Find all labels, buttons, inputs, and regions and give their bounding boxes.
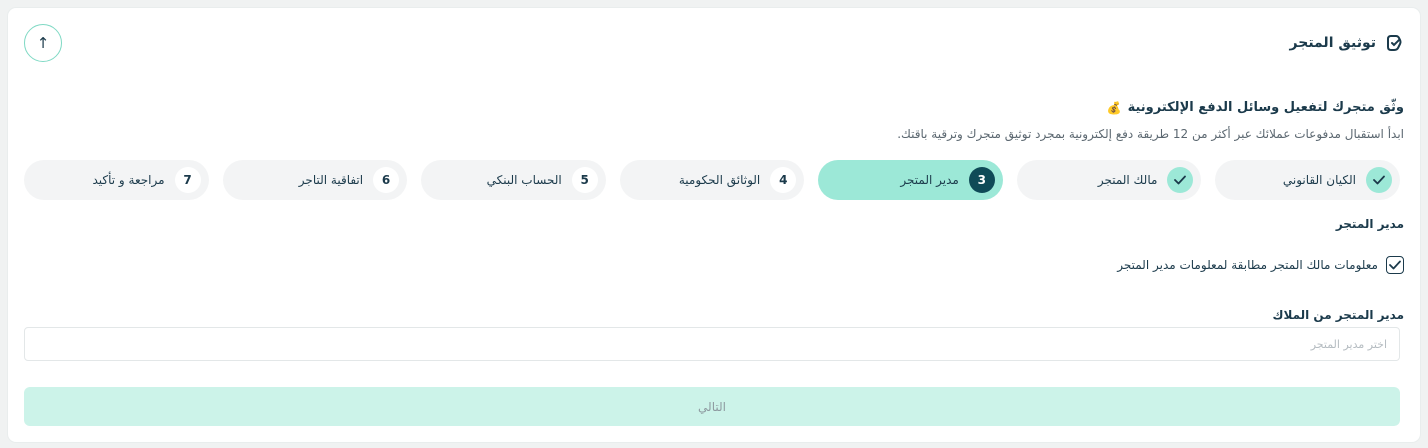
same-as-owner-checkbox[interactable] <box>1386 256 1404 274</box>
step-number: 5 <box>571 167 598 193</box>
stepper: الكيان القانوني مالك المتجر 3 مدير المتجر 4 ا… <box>23 160 1400 200</box>
step-label: الوثائق الحكومية <box>678 173 761 187</box>
step-label: مدير المتجر <box>900 173 959 187</box>
step-3[interactable]: 3 مدير المتجر <box>818 160 1003 200</box>
same-as-owner-checkbox-row[interactable]: معلومات مالك المتجر مطابقة لمعلومات مدير… <box>1117 256 1404 274</box>
collapse-button[interactable]: ↑ <box>24 24 62 62</box>
next-button-label: التالي <box>698 399 726 414</box>
step-number: 4 <box>770 167 797 193</box>
intro-title: وثّق متجرك لتفعيل وسائل الدفع الإلكتروني… <box>1107 100 1404 115</box>
step-7[interactable]: 7 مراجعة و تأكيد <box>23 160 209 200</box>
owner-select-placeholder: اختر مدير المتجر <box>1310 338 1387 351</box>
page-title: توثيق المتجر <box>1290 32 1404 54</box>
step-number: 7 <box>174 167 201 193</box>
next-button[interactable]: التالي <box>24 387 1400 426</box>
owner-select-label: مدير المتجر من الملاك <box>1272 308 1404 322</box>
intro-subtitle: ابدأ استقبال مدفوعات عملائك عبر أكثر من … <box>897 127 1404 141</box>
step-6[interactable]: 6 اتفاقية التاجر <box>222 160 408 200</box>
page-title-text: توثيق المتجر <box>1289 35 1376 51</box>
arrow-up-icon: ↑ <box>36 34 50 52</box>
same-as-owner-label: معلومات مالك المتجر مطابقة لمعلومات مدير… <box>1117 258 1378 272</box>
step-check-icon <box>1167 167 1194 193</box>
step-label: الحساب البنكي <box>486 173 562 187</box>
verification-card: ↑ توثيق المتجر وثّق متجرك لتفعيل وسائل ا… <box>8 8 1420 442</box>
step-label: مراجعة و تأكيد <box>92 173 165 187</box>
step-label: مالك المتجر <box>1097 173 1158 187</box>
card-header: ↑ توثيق المتجر <box>8 8 1420 76</box>
step-5[interactable]: 5 الحساب البنكي <box>421 160 606 200</box>
step-1[interactable]: الكيان القانوني <box>1215 160 1400 200</box>
owner-select[interactable]: اختر مدير المتجر <box>24 327 1400 361</box>
step-number: 6 <box>373 167 400 193</box>
badge-check-icon <box>1384 33 1404 53</box>
step-4[interactable]: 4 الوثائق الحكومية <box>619 160 805 200</box>
intro-title-text: وثّق متجرك لتفعيل وسائل الدفع الإلكتروني… <box>1127 100 1404 115</box>
step-label: اتفاقية التاجر <box>298 173 364 187</box>
money-bag-icon: 💰 <box>1106 100 1122 115</box>
step-number: 3 <box>968 167 995 193</box>
step-2[interactable]: مالك المتجر <box>1016 160 1202 200</box>
step-check-icon <box>1366 167 1392 193</box>
step-label: الكيان القانوني <box>1282 173 1356 187</box>
checkmark-icon <box>1389 260 1401 270</box>
section-title: مدير المتجر <box>1335 217 1404 231</box>
